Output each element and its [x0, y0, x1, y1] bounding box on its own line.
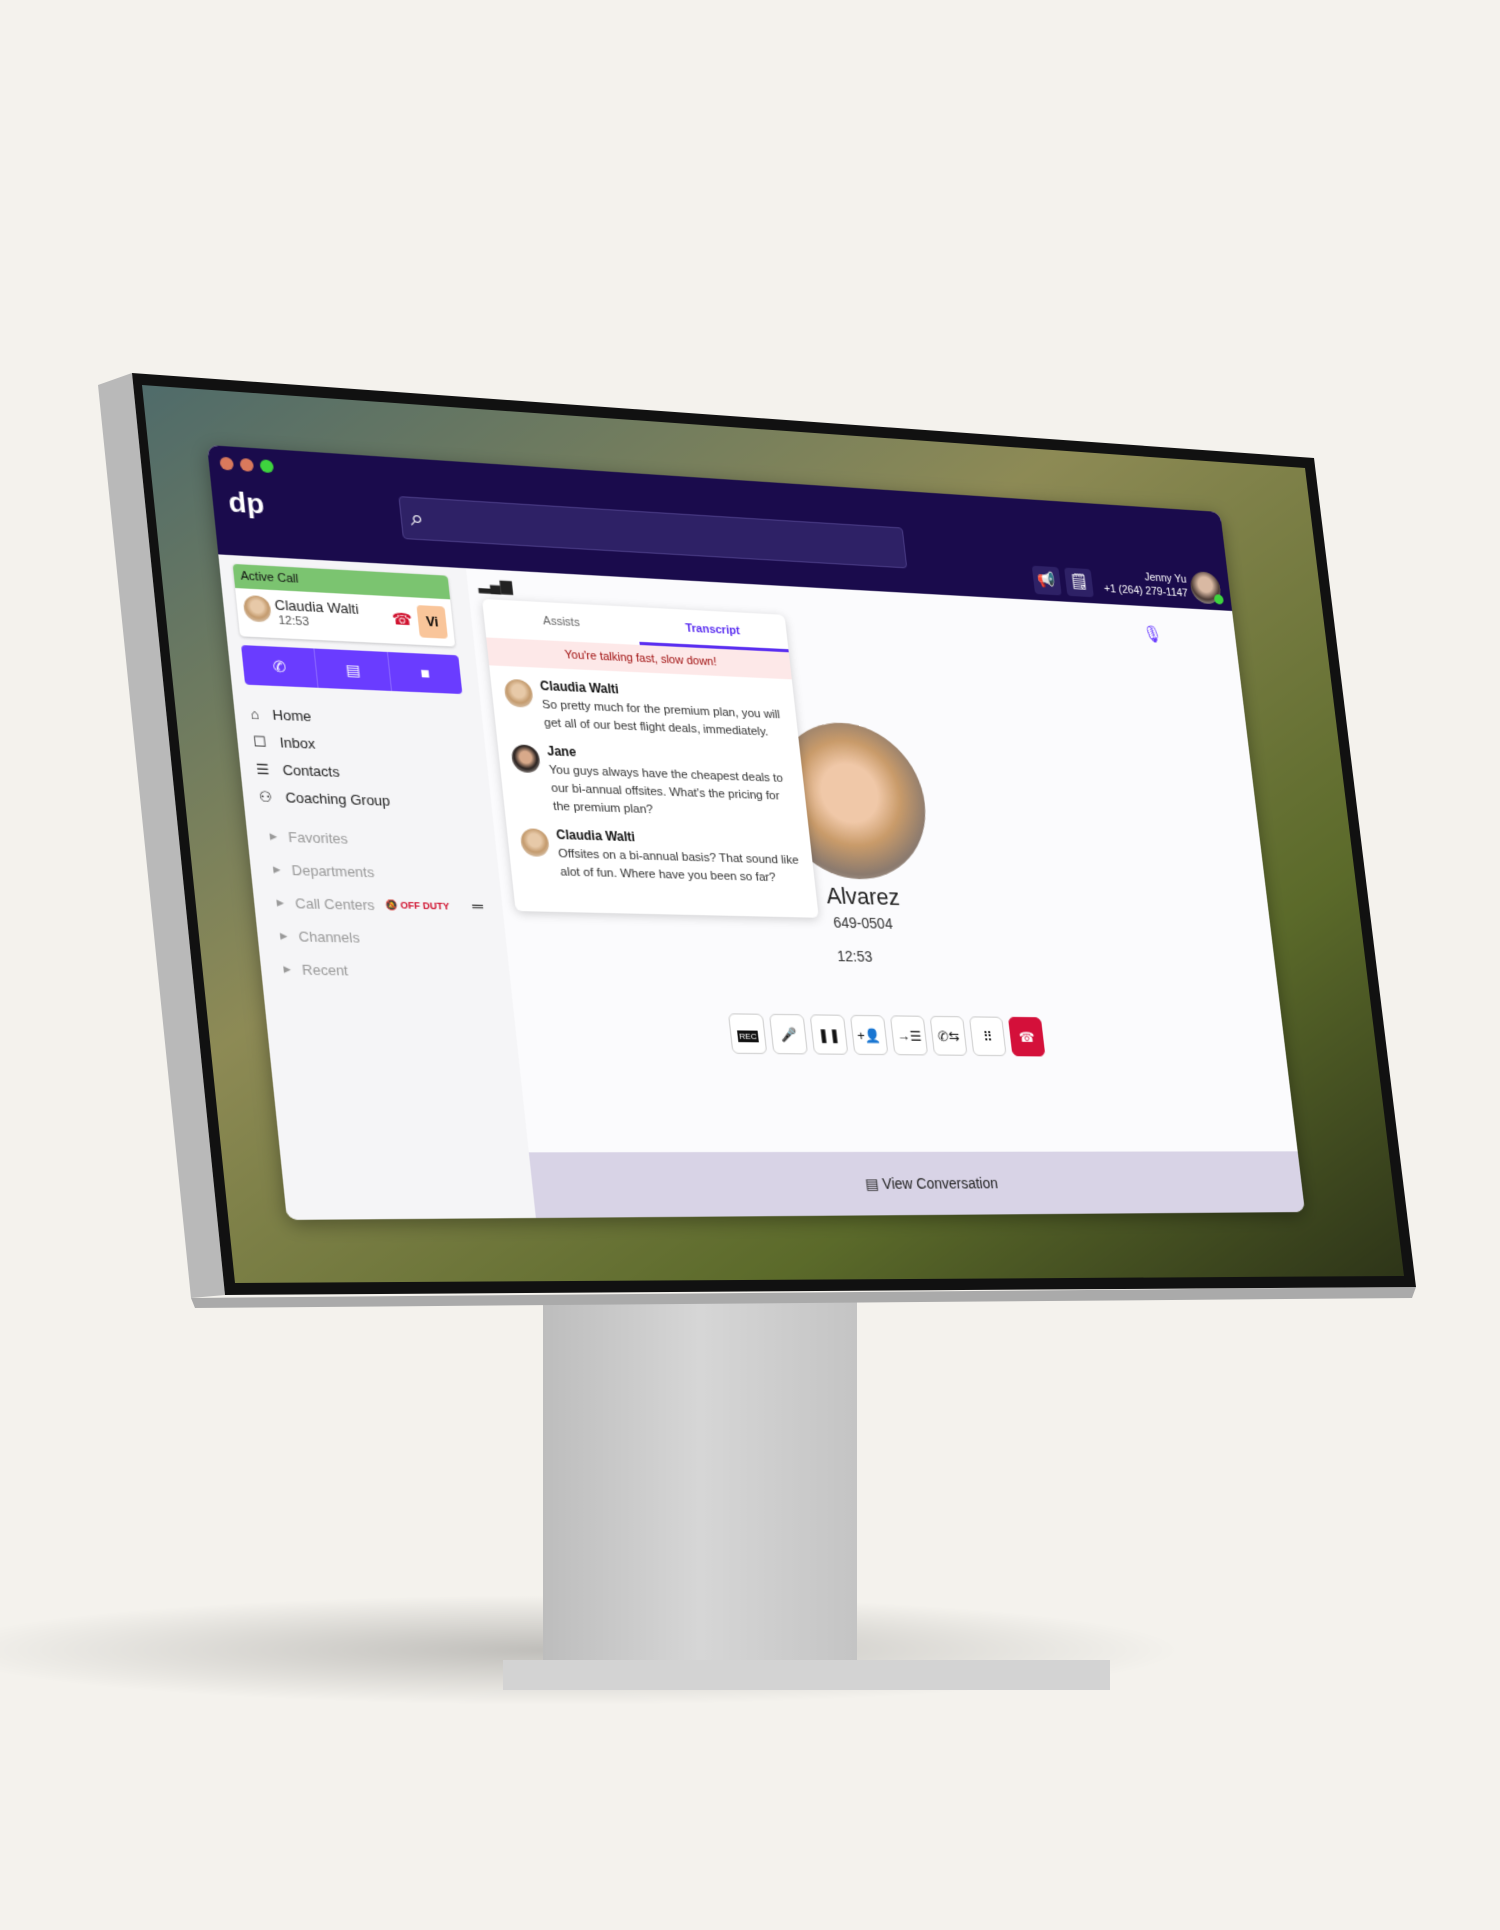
mute-button[interactable]: 🎤 [769, 1014, 808, 1055]
user-avatar[interactable] [1189, 571, 1222, 604]
hangup-icon[interactable]: ☎ [391, 609, 413, 629]
add-participant-button[interactable]: +👤 [850, 1015, 889, 1055]
phone-icon: ✆ [272, 657, 287, 675]
keypad-button[interactable]: ⠿ [969, 1016, 1007, 1056]
monitor-stand-base [503, 1660, 1110, 1690]
notes-icon: 🗒 [1069, 573, 1089, 591]
app-window: dp ⌕ 📢 🗒 Jenny Yu +1 (264) 279-1147 Acti… [207, 445, 1305, 1220]
end-call-button[interactable]: ☎ [1008, 1017, 1046, 1057]
megaphone-button[interactable]: 📢 [1032, 566, 1062, 596]
active-call-card[interactable]: Active Call Claudia Walti 12:53 ☎ Vi [233, 564, 456, 647]
video-button[interactable]: ■ [388, 652, 463, 694]
contact-name: Alvarez [825, 882, 901, 911]
call-time: 12:53 [278, 614, 310, 629]
section-departments[interactable]: ▸ Departments [271, 853, 375, 889]
sidebar-nav: ⌂ Home ☐ Inbox ☰ Contacts ⚇ Coaching Group [249, 700, 391, 814]
section-label: Call Centers [294, 894, 375, 912]
avatar [520, 828, 551, 857]
section-label: Channels [298, 928, 361, 946]
search-icon: ⌕ [409, 504, 425, 533]
hold-button[interactable]: ❚❚ [810, 1014, 849, 1054]
notes-button[interactable]: 🗒 [1064, 568, 1094, 598]
assist-popover: Assists Transcript You're talking fast, … [482, 599, 819, 918]
expand-triangle-icon: ▸ [279, 927, 288, 945]
inbox-icon: ☐ [252, 733, 267, 751]
dialpad-icon: ⠿ [982, 1029, 993, 1045]
hangup-icon: ☎ [1018, 1029, 1036, 1045]
call-controls: REC 🎤 ❚❚ +👤 →☰ ✆⇆ ⠿ ☎ [728, 1013, 1045, 1056]
contacts-icon: ☰ [255, 760, 270, 778]
section-favorites[interactable]: ▸ Favorites [268, 819, 372, 855]
sidebar-item-label: Home [272, 707, 312, 725]
expand-triangle-icon: ▸ [269, 827, 278, 845]
transcript-message: Claudia Walti Offsites on a bi-annual bas… [505, 815, 815, 889]
coaching-group-icon: ⚇ [258, 788, 273, 806]
message-text: Offsites on a bi-annual basis? That soun… [557, 845, 803, 888]
section-label: Favorites [287, 828, 348, 846]
signal-icon: ▂▄▆ [477, 575, 512, 595]
chat-icon: ▤ [864, 1175, 879, 1192]
caller-badge[interactable]: Vi [416, 605, 448, 639]
section-call-centers[interactable]: ▸ Call Centers [275, 886, 379, 921]
section-recent[interactable]: ▸ Recent [282, 952, 386, 987]
view-conversation-button[interactable]: ▤ View Conversation [529, 1151, 1305, 1218]
call-duration: 12:53 [836, 947, 873, 964]
contact-number: 649-0504 [832, 914, 893, 932]
avatar [503, 679, 534, 708]
sidebar-item-label: Contacts [282, 762, 341, 780]
transfer-queue-button[interactable]: →☰ [890, 1015, 928, 1055]
microphone-icon[interactable]: 🎙 [1141, 624, 1162, 645]
section-label: Recent [301, 961, 349, 978]
online-status-dot [1214, 594, 1224, 604]
transcript-message: Jane You guys always have the cheapest de… [496, 731, 808, 825]
sidebar-item-label: Coaching Group [285, 789, 391, 809]
active-call-label: Active Call [233, 564, 450, 599]
microphone-icon: 🎤 [779, 1027, 797, 1043]
section-channels[interactable]: ▸ Channels [278, 919, 382, 954]
phone-button[interactable]: ✆ [241, 645, 319, 688]
avatar [510, 744, 541, 773]
add-person-icon: +👤 [856, 1028, 882, 1044]
tab-assists[interactable]: Assists [482, 599, 640, 645]
transfer-list-icon: →☰ [896, 1028, 922, 1044]
expand-triangle-icon: ▸ [276, 893, 285, 911]
megaphone-icon: 📢 [1037, 571, 1057, 589]
search-input[interactable]: ⌕ [398, 496, 907, 568]
off-duty-label: OFF DUTY [400, 900, 450, 912]
maximize-window-button[interactable] [259, 459, 274, 473]
caller-avatar [243, 595, 273, 623]
sidebar-item-coaching-group[interactable]: ⚇ Coaching Group [258, 783, 392, 815]
monitor-stand-neck [543, 1296, 857, 1666]
message-text: You guys always have the cheapest deals … [548, 762, 796, 824]
message-icon: ▤ [345, 661, 361, 679]
app-logo: dp [227, 485, 266, 521]
phone-transfer-icon: ✆⇆ [937, 1028, 960, 1044]
user-info: Jenny Yu +1 (264) 279-1147 [1102, 568, 1189, 601]
expand-triangle-icon: ▸ [283, 960, 292, 978]
off-duty-badge[interactable]: 🔕 OFF DUTY [385, 899, 450, 912]
pause-icon: ❚❚ [817, 1027, 841, 1043]
bell-off-icon: 🔕 [385, 899, 398, 910]
drag-handle-icon[interactable]: ═ [471, 897, 484, 915]
sidebar-item-label: Inbox [279, 734, 316, 752]
message-button[interactable]: ▤ [315, 649, 392, 691]
close-window-button[interactable] [219, 457, 234, 471]
transfer-call-button[interactable]: ✆⇆ [930, 1016, 968, 1056]
video-icon: ■ [420, 664, 431, 682]
rec-icon: REC [737, 1030, 760, 1042]
section-label: Departments [291, 861, 375, 880]
view-conversation-label: View Conversation [881, 1175, 998, 1192]
home-icon: ⌂ [250, 706, 261, 723]
minimize-window-button[interactable] [239, 458, 254, 472]
record-button[interactable]: REC [728, 1013, 767, 1054]
sidebar-sections: ▸ Favorites ▸ Departments ▸ Call Centers ▸ C… [268, 819, 386, 987]
expand-triangle-icon: ▸ [272, 860, 281, 878]
call-actions: ✆ ▤ ■ [241, 645, 462, 694]
transcript-message: Claudia Walti So pretty much for the prem… [489, 665, 799, 743]
